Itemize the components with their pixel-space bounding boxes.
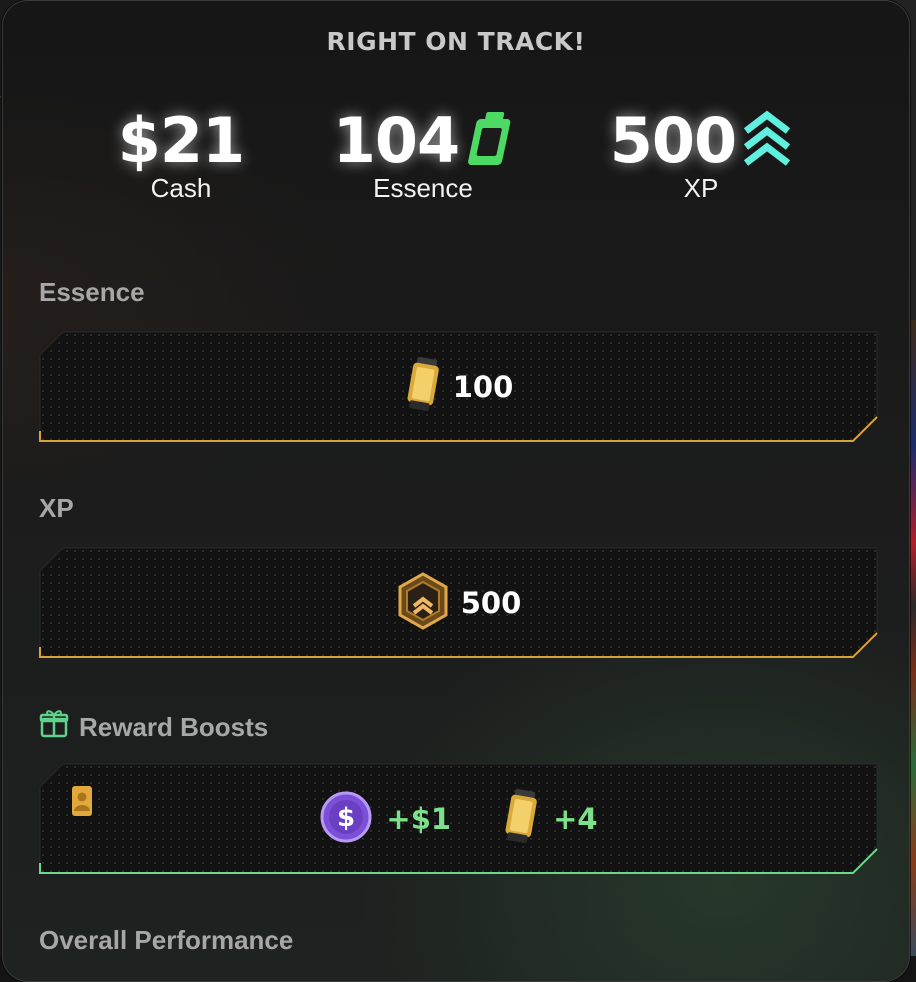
essence-canister-icon (405, 356, 441, 419)
boosts-section-title: Reward Boosts (39, 709, 268, 746)
gift-box-icon (39, 709, 69, 746)
boosts-section-label: Reward Boosts (79, 712, 268, 743)
performance-section-title: Overall Performance (39, 925, 293, 956)
results-modal: RIGHT ON TRACK! $21 Cash 104 Essence (2, 0, 910, 982)
essence-section-label: Essence (39, 277, 145, 308)
modal-title: RIGHT ON TRACK! (3, 27, 909, 56)
cash-value: $21 (118, 105, 244, 177)
essence-label: Essence (293, 173, 553, 204)
essence-reward-amount: 100 (453, 370, 514, 404)
xp-reward-amount: 500 (461, 586, 522, 620)
essence-reward-card: 100 (39, 331, 879, 443)
xp-value: 500 (610, 105, 736, 177)
essence-value: 104 (333, 105, 459, 177)
cash-coin-icon: $ (320, 791, 372, 848)
svg-text:$: $ (337, 803, 355, 833)
boosts-reward-card: $ +$1 +4 (39, 763, 879, 875)
xp-chevrons-icon (742, 109, 792, 174)
xp-section-label: XP (39, 493, 74, 524)
cash-stat: $21 Cash (51, 105, 311, 204)
xp-badge-icon (397, 572, 449, 635)
performance-section-label: Overall Performance (39, 925, 293, 956)
essence-stat: 104 Essence (293, 105, 553, 204)
xp-reward-card: 500 (39, 547, 879, 659)
cash-label: Cash (51, 173, 311, 204)
essence-boost-amount: +4 (553, 802, 597, 836)
xp-section-title: XP (39, 493, 74, 524)
cash-boost-amount: +$1 (386, 802, 451, 836)
essence-canister-icon (503, 788, 539, 851)
xp-label: XP (571, 173, 831, 204)
essence-battery-icon (465, 110, 513, 173)
xp-stat: 500 XP (571, 105, 831, 204)
essence-section-title: Essence (39, 277, 145, 308)
